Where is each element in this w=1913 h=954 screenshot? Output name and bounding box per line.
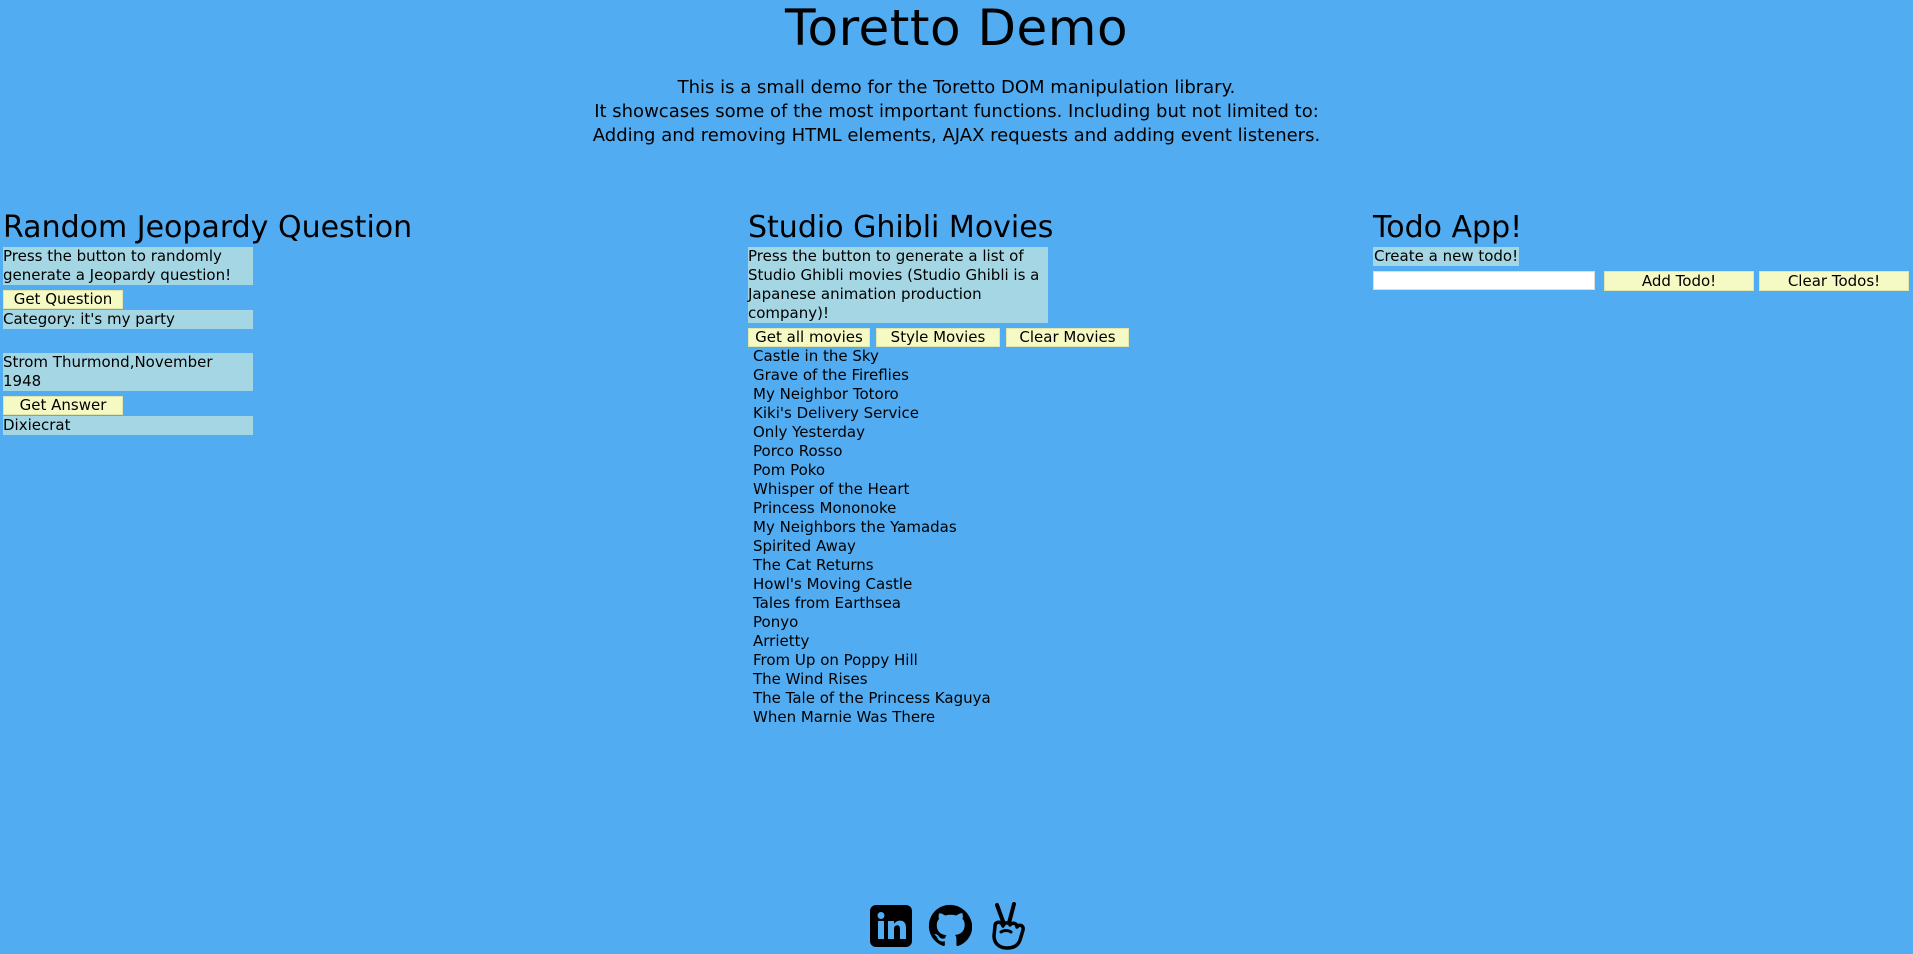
ghibli-title: Studio Ghibli Movies [748, 210, 1054, 245]
category-text: Category: it's my party [3, 310, 253, 329]
movie-item: From Up on Poppy Hill [753, 651, 918, 669]
todo-input[interactable] [1373, 271, 1595, 290]
add-todo-button[interactable]: Add Todo! [1604, 271, 1754, 291]
clear-movies-button[interactable]: Clear Movies [1006, 328, 1129, 347]
movie-item: When Marnie Was There [753, 708, 936, 726]
movie-item: Spirited Away [753, 537, 856, 555]
intro-text: This is a small demo for the Toretto DOM… [0, 76, 1913, 148]
movie-item: My Neighbors the Yamadas [753, 518, 957, 536]
github-link[interactable] [928, 904, 972, 948]
todo-prompt: Create a new todo! [1373, 247, 1520, 266]
movie-item: Only Yesterday [753, 423, 865, 441]
ghibli-prompt: Press the button to generate a list of S… [748, 247, 1048, 323]
intro-line: Adding and removing HTML elements, AJAX … [592, 125, 1321, 146]
movie-item: The Cat Returns [753, 556, 874, 574]
movie-item: Tales from Earthsea [753, 594, 901, 612]
movie-item: My Neighbor Totoro [753, 385, 899, 403]
intro-line: It showcases some of the most important … [594, 101, 1319, 122]
movie-item: Porco Rosso [753, 442, 843, 460]
linkedin-link[interactable] [870, 905, 912, 947]
question-text: Strom Thurmond,November 1948 [3, 353, 253, 391]
movie-item: The Tale of the Princess Kaguya [753, 689, 991, 707]
social-links [870, 902, 1028, 950]
style-movies-button[interactable]: Style Movies [876, 328, 1000, 347]
get-question-button[interactable]: Get Question [3, 290, 123, 309]
get-answer-button[interactable]: Get Answer [3, 396, 123, 415]
movie-item: Arrietty [753, 632, 810, 650]
linkedin-icon [870, 905, 912, 947]
peace-link[interactable] [988, 902, 1028, 950]
movie-item: Ponyo [753, 613, 799, 631]
movie-item: Pom Poko [753, 461, 826, 479]
clear-todos-button[interactable]: Clear Todos! [1759, 271, 1909, 291]
movie-item: Howl's Moving Castle [753, 575, 913, 593]
intro-line: This is a small demo for the Toretto DOM… [677, 77, 1236, 98]
todo-form: Add Todo! Clear Todos! [1373, 271, 1909, 291]
movie-item: Castle in the Sky [753, 347, 879, 365]
movie-list: Castle in the Sky Grave of the Fireflies… [753, 347, 991, 727]
get-all-movies-button[interactable]: Get all movies [748, 328, 870, 347]
page-title: Toretto Demo [784, 0, 1129, 57]
todo-title: Todo App! [1373, 210, 1523, 245]
jeopardy-title: Random Jeopardy Question [3, 210, 413, 245]
movie-item: The Wind Rises [753, 670, 868, 688]
page-header: Toretto Demo This is a small demo for th… [0, 0, 1913, 148]
github-icon [928, 904, 972, 947]
movie-item: Princess Mononoke [753, 499, 897, 517]
peace-hand-icon [992, 902, 1025, 950]
movie-item: Whisper of the Heart [753, 480, 910, 498]
jeopardy-prompt: Press the button to randomly generate a … [3, 247, 253, 285]
movie-buttons: Get all movies Style Movies Clear Movies [748, 328, 1129, 347]
movie-item: Grave of the Fireflies [753, 366, 909, 384]
answer-text: Dixiecrat [3, 416, 253, 435]
movie-item: Kiki's Delivery Service [753, 404, 920, 422]
